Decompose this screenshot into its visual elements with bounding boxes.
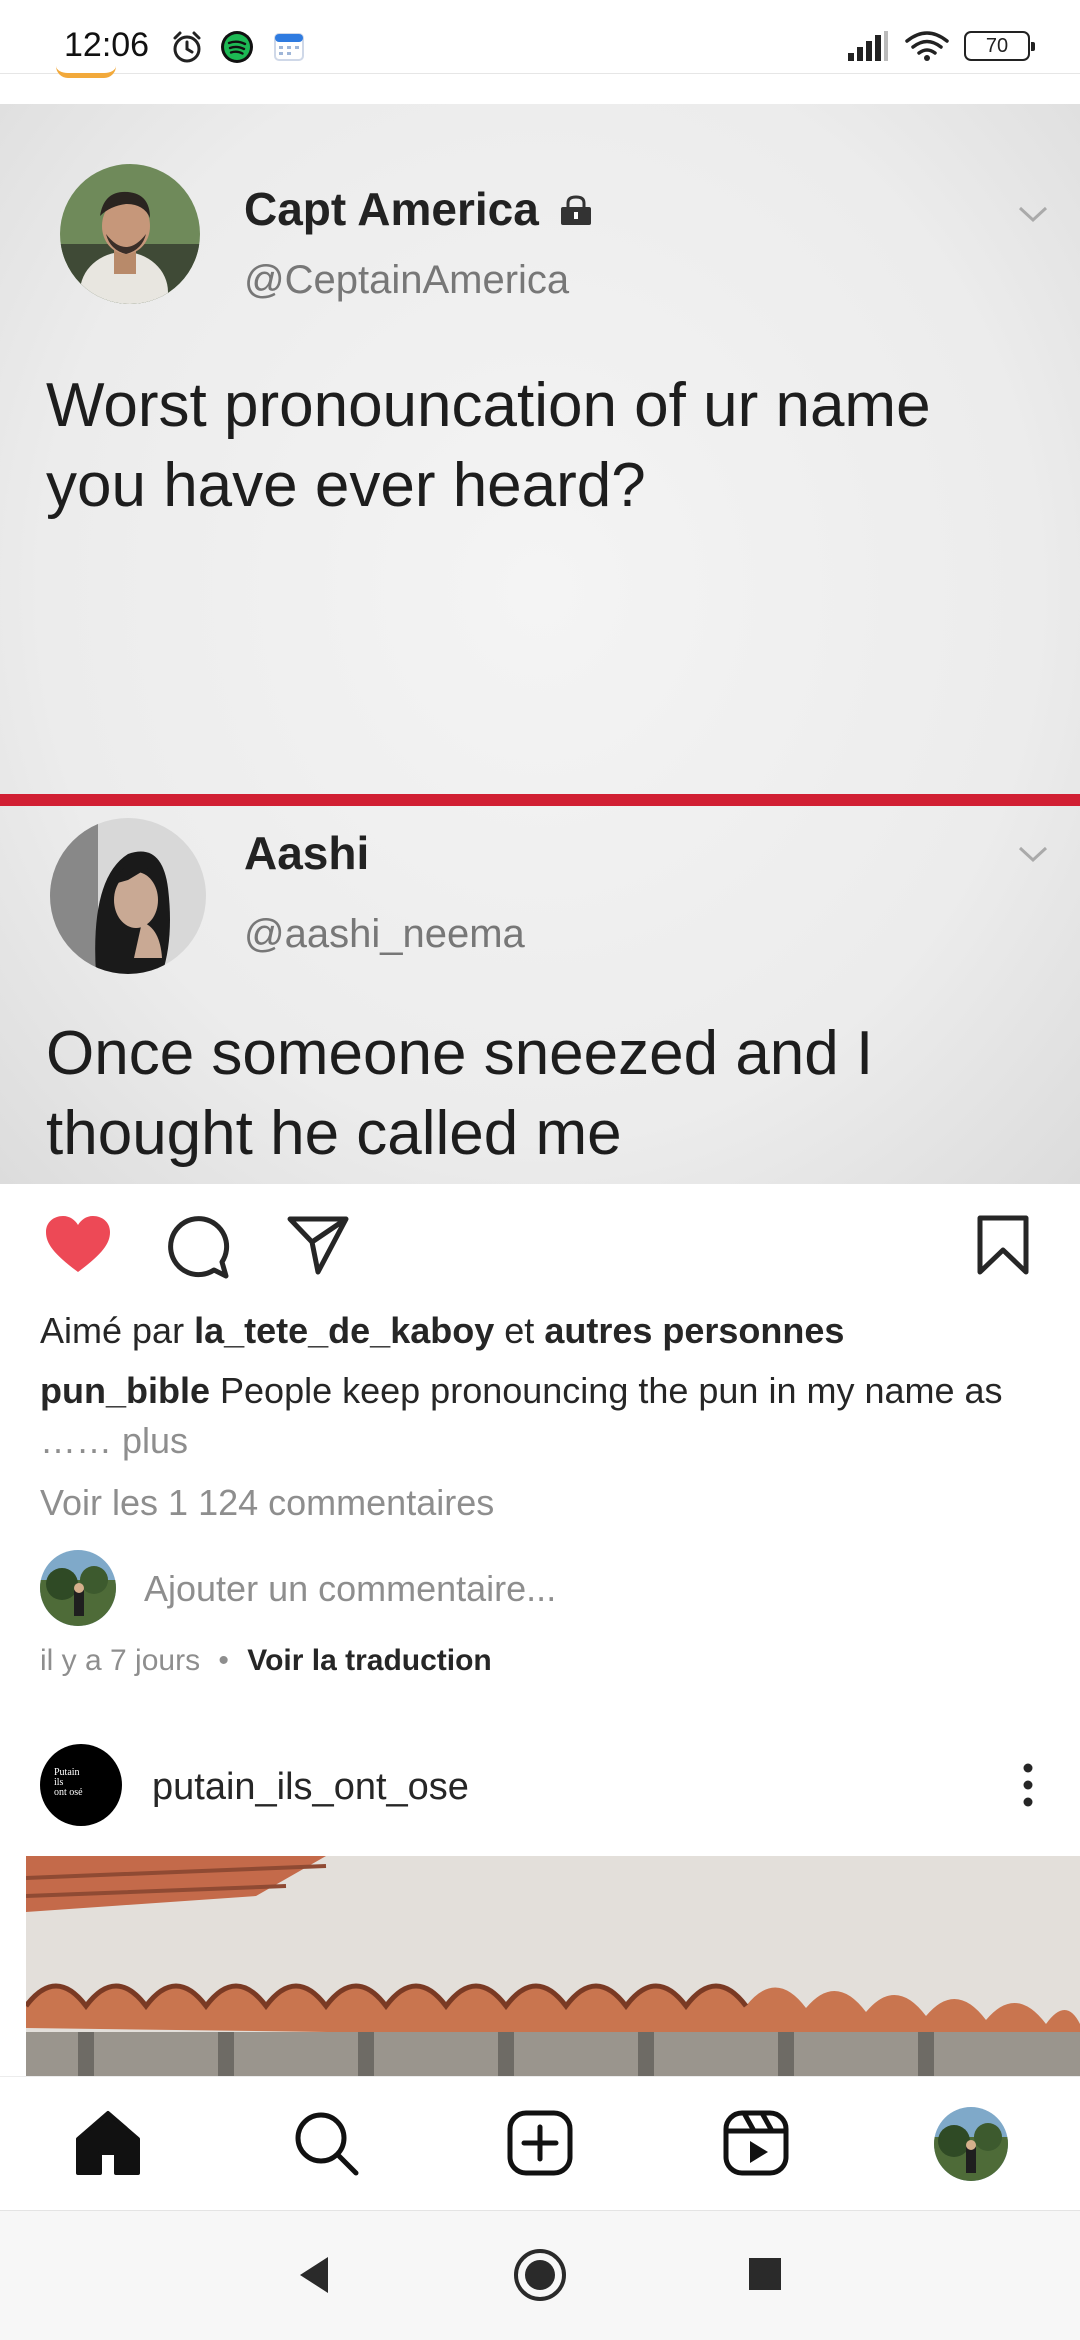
- likes-others[interactable]: autres personnes: [544, 1310, 844, 1351]
- tweet-text-1-line2: you have ever heard?: [46, 451, 646, 520]
- signal-icon: [848, 31, 888, 61]
- post-meta: il y a 7 jours • Voir la traduction: [40, 1644, 492, 1678]
- profile-avatar[interactable]: [934, 2107, 1008, 2181]
- lock-icon: [560, 195, 591, 225]
- next-post-avatar[interactable]: Putain ils ont osé: [40, 1744, 122, 1826]
- tweet-name-1: Capt America: [244, 182, 594, 236]
- tweet-name-2: Aashi: [244, 827, 370, 879]
- paper-plane-icon[interactable]: [286, 1214, 350, 1276]
- home-circle-icon[interactable]: [512, 2247, 568, 2303]
- spotify-icon: [221, 31, 253, 63]
- meta-separator: •: [218, 1644, 229, 1677]
- story-ring-partial: [56, 66, 116, 78]
- battery-icon: 70: [964, 31, 1035, 61]
- tweet-text-1-line1: Worst pronouncation of ur name: [46, 371, 931, 440]
- chevron-down-icon: [1018, 206, 1048, 223]
- caption-more-link[interactable]: plus: [122, 1420, 188, 1461]
- tweet-avatar-capt-america: [60, 164, 200, 304]
- calendar-icon: [274, 33, 304, 61]
- create-icon[interactable]: [504, 2107, 576, 2179]
- red-divider: [0, 794, 1080, 806]
- tweet-text-2-line1: Once someone sneezed and I: [46, 1019, 874, 1088]
- back-icon[interactable]: [294, 2253, 334, 2297]
- comment-icon[interactable]: [166, 1214, 232, 1280]
- likes-prefix: Aimé par: [40, 1310, 185, 1351]
- caption-ellipsis: ……: [40, 1420, 112, 1461]
- bookmark-icon[interactable]: [976, 1214, 1030, 1276]
- system-nav-bar: [0, 2210, 1080, 2340]
- search-icon[interactable]: [290, 2107, 362, 2179]
- avatar-text-3: ont osé: [54, 1787, 83, 1798]
- tweet-1: Capt America @CeptainAmerica Worst prono…: [0, 104, 1080, 794]
- alarm-icon: [173, 31, 201, 63]
- tweet-2: Aashi @aashi_neema Once someone sneezed …: [0, 806, 1080, 1184]
- next-post-image[interactable]: [26, 1856, 1080, 2076]
- tweet-text-2-line2: thought he called me: [46, 1099, 622, 1168]
- status-bar: 12:06 70: [0, 0, 1080, 74]
- avatar: [40, 1550, 116, 1626]
- heart-filled-icon[interactable]: [44, 1214, 112, 1276]
- avatar-text-1: Putain: [54, 1767, 80, 1778]
- tweet-handle-2: @aashi_neema: [244, 912, 525, 956]
- caption-text: People keep pronouncing the pun in my na…: [220, 1370, 1003, 1411]
- recents-icon[interactable]: [746, 2255, 784, 2293]
- translate-link[interactable]: Voir la traduction: [247, 1644, 491, 1677]
- add-comment-input[interactable]: Ajouter un commentaire...: [144, 1568, 556, 1610]
- next-post-username[interactable]: putain_ils_ont_ose: [152, 1766, 469, 1809]
- wifi-icon: [905, 31, 949, 61]
- post-timestamp: il y a 7 jours: [40, 1644, 201, 1677]
- tweet-avatar-aashi: [50, 818, 206, 974]
- post-image[interactable]: Capt America @CeptainAmerica Worst prono…: [0, 104, 1080, 1184]
- likes-line: Aimé par la_tete_de_kaboy et autres pers…: [40, 1310, 844, 1352]
- caption-username[interactable]: pun_bible: [40, 1370, 210, 1411]
- status-right: 70: [846, 28, 1035, 64]
- more-options-icon[interactable]: [1022, 1762, 1034, 1808]
- view-comments-link[interactable]: Voir les 1 124 commentaires: [40, 1482, 494, 1524]
- reels-icon[interactable]: [720, 2107, 792, 2179]
- home-icon[interactable]: [72, 2107, 144, 2179]
- liker-username[interactable]: la_tete_de_kaboy: [194, 1310, 494, 1351]
- status-time: 12:06: [64, 26, 150, 64]
- caption: pun_bible People keep pronouncing the pu…: [40, 1366, 1050, 1466]
- bottom-nav: [0, 2076, 1080, 2210]
- likes-conj: et: [504, 1310, 535, 1351]
- chevron-down-icon: [1018, 846, 1048, 863]
- tweet-handle-1: @CeptainAmerica: [244, 258, 570, 302]
